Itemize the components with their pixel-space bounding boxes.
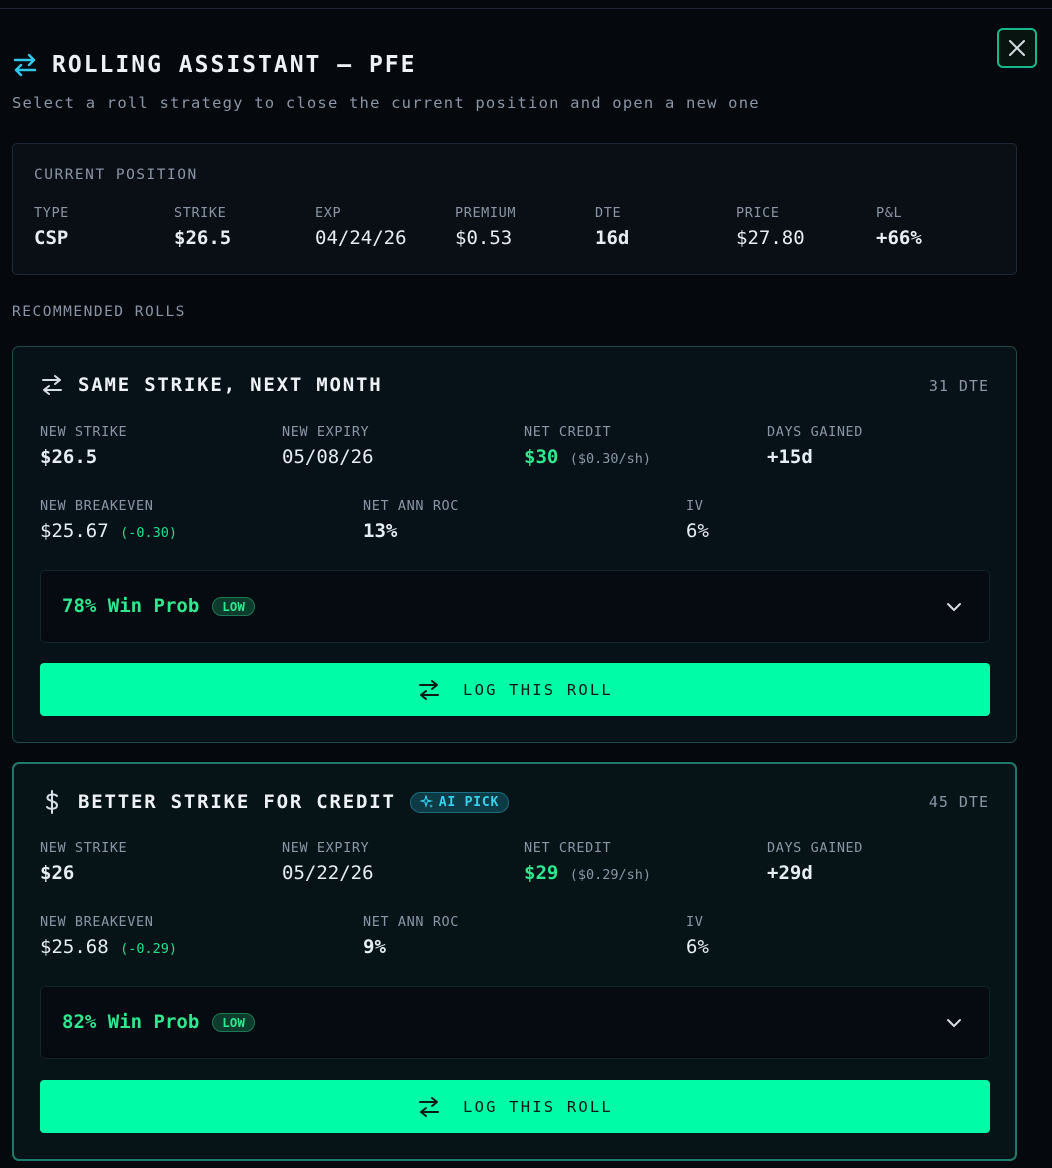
position-pnl: P&L +66% [876,205,922,249]
ai-pick-badge: AI PICK [409,791,510,813]
position-premium: PREMIUM $0.53 [455,205,517,249]
page-subtitle: Select a roll strategy to close the curr… [12,94,760,112]
new-breakeven: NEW BREAKEVEN $25.68 (-0.29) [40,914,177,958]
net-ann-roc: NET ANN ROC 13% [363,498,460,542]
position-price: PRICE $27.80 [736,205,805,249]
log-roll-label: LOG THIS ROLL [463,1097,613,1116]
days-gained: DAYS GAINED +29d [767,840,864,884]
chevron-down-icon [947,603,961,611]
roll-dte: 31 DTE [928,377,989,395]
new-strike: NEW STRIKE $26.5 [40,424,128,468]
net-ann-roc: NET ANN ROC 9% [363,914,460,958]
win-prob-expander[interactable]: 82% Win Prob LOW [40,986,990,1059]
swap-icon [419,1096,440,1117]
new-breakeven: NEW BREAKEVEN $25.67 (-0.30) [40,498,177,542]
recommended-rolls-label: RECOMMENDED ROLLS [12,304,186,320]
current-position-label: CURRENT POSITION [34,167,198,183]
roll-card-better-strike: BETTER STRIKE FOR CREDIT AI PICK 45 DTE … [12,762,1017,1161]
new-expiry: NEW EXPIRY 05/22/26 [282,840,374,884]
chevron-down-icon [947,1019,961,1027]
roll-title: SAME STRIKE, NEXT MONTH [78,374,383,396]
close-button[interactable] [997,28,1037,68]
net-credit: NET CREDIT $29 ($0.29/sh) [524,840,652,884]
risk-badge: LOW [212,596,255,616]
win-prob: 78% Win Prob [62,595,200,617]
page-title: ROLLING ASSISTANT — PFE [52,52,417,78]
position-exp: EXP 04/24/26 [315,205,407,249]
log-roll-button[interactable]: LOG THIS ROLL [40,1080,990,1133]
header: ROLLING ASSISTANT — PFE [12,52,417,78]
top-divider [0,0,1052,9]
position-dte: DTE 16d [595,205,630,249]
sparkle-icon [419,795,433,808]
roll-title: BETTER STRIKE FOR CREDIT [78,791,396,813]
roll-dte: 45 DTE [928,793,989,811]
days-gained: DAYS GAINED +15d [767,424,864,468]
win-prob: 82% Win Prob [62,1011,200,1033]
roll-card-same-strike: SAME STRIKE, NEXT MONTH 31 DTE NEW STRIK… [12,346,1017,743]
swap-icon [42,375,62,395]
net-credit: NET CREDIT $30 ($0.30/sh) [524,424,652,468]
swap-icon [13,53,37,77]
current-position-card: CURRENT POSITION TYPE CSP STRIKE $26.5 E… [12,143,1017,275]
swap-icon [419,679,440,700]
dollar-icon [46,790,59,814]
iv: IV 6% [686,914,709,958]
new-expiry: NEW EXPIRY 05/08/26 [282,424,374,468]
close-icon [1009,40,1025,56]
iv: IV 6% [686,498,709,542]
risk-badge: LOW [212,1012,255,1032]
position-type: TYPE CSP [34,205,69,249]
new-strike: NEW STRIKE $26 [40,840,128,884]
win-prob-expander[interactable]: 78% Win Prob LOW [40,570,990,643]
log-roll-label: LOG THIS ROLL [463,680,613,699]
position-strike: STRIKE $26.5 [174,205,232,249]
log-roll-button[interactable]: LOG THIS ROLL [40,663,990,716]
